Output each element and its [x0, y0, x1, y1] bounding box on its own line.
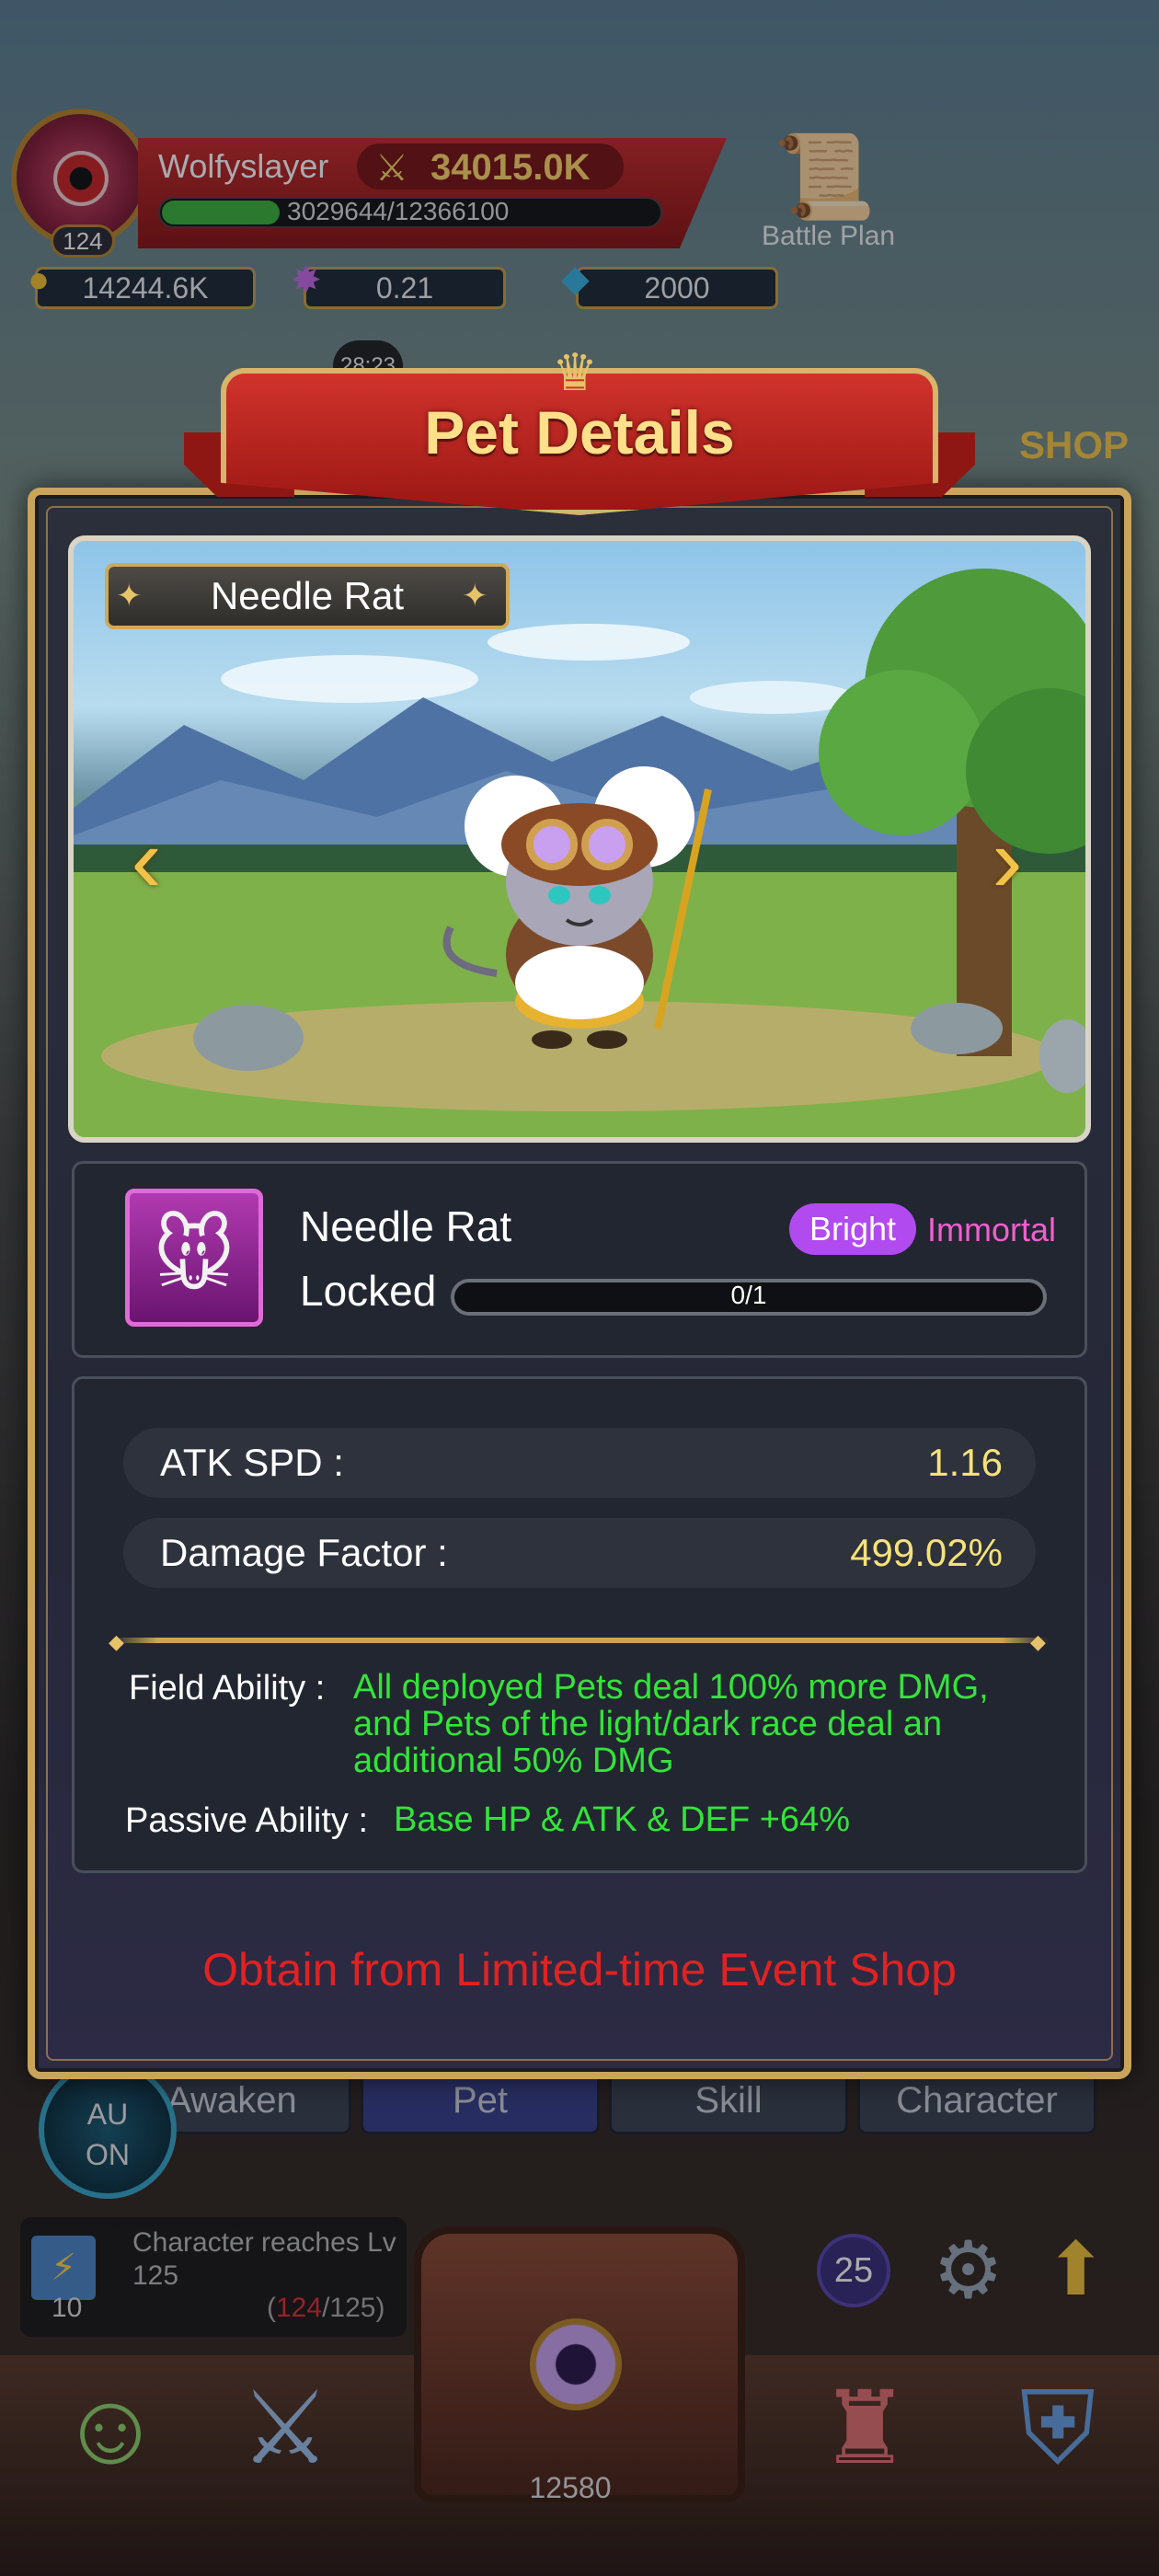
pet-lock-status: Locked [300, 1267, 437, 1315]
stat-value: 1.16 [927, 1441, 1003, 1484]
stat-label: ATK SPD : [160, 1441, 344, 1484]
nameplate-star-icon: ✦ [462, 579, 488, 614]
pet-thumbnail-icon: 🐭 [125, 1189, 263, 1327]
stat-label: Damage Factor : [160, 1531, 448, 1574]
field-ability-text-line3: additional 50% DMG [353, 1742, 674, 1780]
pet-nameplate: Needle Rat [105, 563, 510, 629]
field-ability-text-line2: and Pets of the light/dark race deal an [353, 1705, 943, 1743]
obtain-source-text: Obtain from Limited-time Event Shop [202, 1944, 957, 1995]
field-ability-label: Field Ability : [129, 1669, 326, 1708]
passive-ability-text: Base HP & ATK & DEF +64% [394, 1800, 850, 1839]
nameplate-star-icon: ✦ [116, 579, 143, 614]
divider-gem-icon: ◆ [1030, 1630, 1046, 1653]
modal-title: Pet Details [424, 398, 735, 466]
shard-progress-text: 0/1 [730, 1281, 767, 1309]
rarity-label: Immortal [927, 1211, 1057, 1248]
passive-ability-label: Passive Ability : [125, 1801, 368, 1840]
field-ability-text-line1: All deployed Pets deal 100% more DMG, [353, 1668, 989, 1707]
section-divider [110, 1638, 1049, 1643]
scene-illustration [74, 569, 1085, 1137]
previous-pet-arrow-icon[interactable]: ‹ [114, 810, 178, 920]
stat-value: 499.02% [850, 1531, 1003, 1574]
pet-name: Needle Rat [300, 1202, 512, 1250]
race-badge: Bright [789, 1203, 916, 1255]
crown-ornament-icon: ♛ [552, 343, 599, 401]
divider-gem-icon: ◆ [109, 1630, 124, 1653]
next-pet-arrow-icon[interactable]: › [975, 810, 1039, 920]
